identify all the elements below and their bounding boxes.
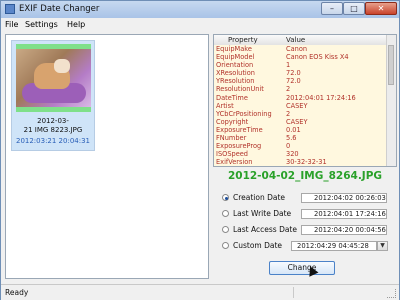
thumbnail-name-line2: 21 IMG 8223.JPG [23,126,83,134]
table-row[interactable]: ExposureProg 0 [214,142,388,151]
app-window: EXIF Date Changer – □ ✕ File Settings He… [0,0,400,300]
exif-scrollbar[interactable] [386,35,396,166]
menu-file[interactable]: File [5,20,18,29]
table-row[interactable]: EquipModel Canon EOS Kiss X4 [214,53,388,62]
column-header-value[interactable]: Value [286,36,305,44]
change-button[interactable]: Change [269,261,335,275]
column-header-property[interactable]: Property [228,36,258,44]
window-title: EXIF Date Changer [19,4,100,14]
table-row[interactable]: Copyright CASEY [214,117,388,126]
custom-date-picker[interactable]: 2012:04:29 04:45:28 [291,241,377,251]
table-row[interactable]: ExposureTime 0.01 [214,125,388,135]
table-row[interactable]: YResolution 72.0 [214,77,388,86]
exif-table[interactable]: Property Value EquipMake Canon EquipModel… [213,34,397,167]
last-access-date-field[interactable]: 2012:04:20 00:04:56 [301,225,387,235]
radio-last-write-date[interactable] [222,210,229,217]
thumbnail-image [16,49,91,107]
chevron-down-icon[interactable]: ▼ [377,241,388,251]
filename-label: 2012-04-02_IMG_8264.JPG [227,170,383,182]
exif-rows: EquipMake Canon EquipModel Canon EOS Kiss … [214,45,388,166]
option-label: Creation Date [233,193,286,202]
table-row[interactable]: ResolutionUnit 2 [214,85,388,94]
radio-last-access-date[interactable] [222,226,229,233]
table-row[interactable]: DateTime 2012:04:01 17:24:16 [214,93,388,102]
last-write-date-field[interactable]: 2012:04:01 17:24:16 [301,209,387,219]
option-label: Last Access Date [233,225,297,234]
table-row[interactable]: ExifVersion 30-32-32-31 [214,158,388,166]
status-text: Ready [5,288,29,297]
maximize-button[interactable]: □ [343,2,365,15]
option-label: Custom Date [233,241,283,250]
resize-grip-icon[interactable] [387,289,396,298]
table-row[interactable]: Orientation 1 [214,61,388,70]
close-button[interactable]: ✕ [365,2,397,15]
table-row[interactable]: ISOSpeed 320 [214,150,388,159]
minimize-button[interactable]: – [321,2,343,15]
thumbnail-panel: 2012-03- 21 IMG 8223.JPG 2012:03:21 20:0… [5,34,209,279]
thumbnail-date: 2012:03:21 20:04:31 [15,137,90,145]
status-bar: Ready [1,284,399,300]
thumbnail-bottom-bar [16,107,91,112]
table-row[interactable]: Artist CASEY [214,101,388,110]
option-label: Last Write Date [233,209,292,218]
radio-custom-date[interactable] [222,242,229,249]
menu-settings[interactable]: Settings [25,20,58,29]
exif-scrollbar-thumb[interactable] [388,45,394,85]
table-row[interactable]: XResolution 72.0 [214,69,388,78]
menu-help[interactable]: Help [67,20,85,29]
table-row[interactable]: EquipMake Canon [214,45,388,54]
title-bar[interactable]: EXIF Date Changer – □ ✕ [1,1,399,19]
thumbnail-name-line1: 2012-03- [37,117,69,125]
app-icon [5,4,15,14]
menu-bar: File Settings Help [1,18,399,32]
creation-date-field[interactable]: 2012:04:02 00:26:03 [301,193,387,203]
thumbnail-item[interactable]: 2012-03- 21 IMG 8223.JPG 2012:03:21 20:0… [11,40,95,151]
radio-creation-date[interactable] [222,194,229,201]
status-divider [293,287,294,298]
table-row[interactable]: FNumber 5.6 [214,134,388,143]
table-row[interactable]: YCbCrPositioning 2 [214,109,388,118]
